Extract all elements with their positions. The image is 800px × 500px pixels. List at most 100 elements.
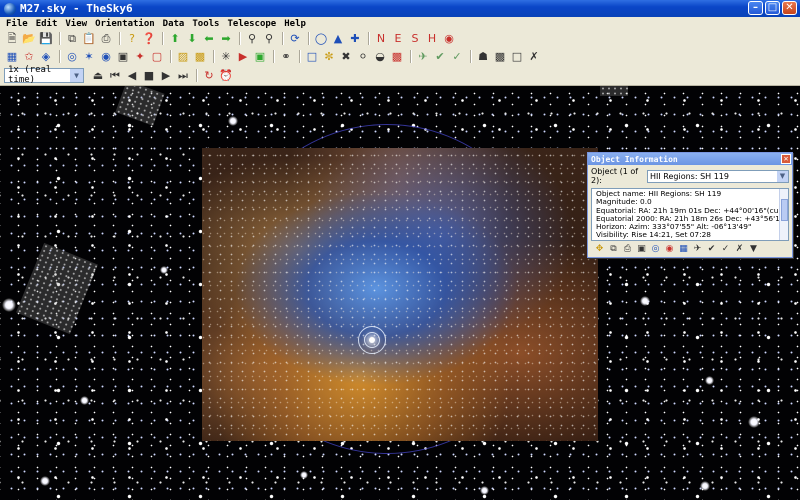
bright-star[interactable] bbox=[700, 481, 710, 491]
object-select[interactable]: HII Regions: SH 119 ▼ bbox=[647, 169, 789, 183]
scrollbar-thumb[interactable] bbox=[781, 199, 788, 221]
chevron-down-icon[interactable]: ▼ bbox=[777, 170, 788, 182]
north-icon[interactable]: N bbox=[373, 31, 389, 47]
star-chart-icon[interactable]: ▨ bbox=[175, 48, 191, 64]
scrollbar[interactable] bbox=[779, 189, 788, 240]
east-icon[interactable]: E bbox=[390, 31, 406, 47]
camera-icon[interactable]: ▩ bbox=[492, 48, 508, 64]
telescope-sync-icon[interactable]: ✔ bbox=[706, 244, 717, 255]
binoculars-icon[interactable]: ⚭ bbox=[278, 48, 294, 64]
target-icon[interactable]: ◉ bbox=[441, 31, 457, 47]
expand-icon[interactable]: ▼ bbox=[748, 244, 759, 255]
bright-star[interactable] bbox=[228, 116, 238, 126]
open-icon[interactable]: 📂 bbox=[21, 31, 37, 47]
menu-view[interactable]: View bbox=[61, 19, 91, 29]
copy-icon[interactable]: ⧉ bbox=[64, 31, 80, 47]
step-forward-icon[interactable]: ▶ bbox=[158, 67, 174, 83]
sky-chart[interactable] bbox=[0, 86, 800, 500]
arrow-left-icon[interactable]: ⬅ bbox=[201, 31, 217, 47]
bright-star[interactable] bbox=[705, 376, 714, 385]
telescope-icon[interactable]: ◯ bbox=[313, 31, 329, 47]
print-icon[interactable]: ⎙ bbox=[622, 244, 633, 255]
more-icon[interactable]: ✗ bbox=[734, 244, 745, 255]
telescope-sync-icon[interactable]: ✔ bbox=[432, 48, 448, 64]
bright-star[interactable] bbox=[2, 298, 16, 312]
menu-telescope[interactable]: Telescope bbox=[223, 19, 280, 29]
close-icon[interactable]: ✕ bbox=[781, 154, 791, 164]
calculator-icon[interactable]: ▢ bbox=[149, 48, 165, 64]
maximize-button[interactable]: □ bbox=[765, 1, 780, 15]
clock-icon[interactable]: ↻ bbox=[201, 67, 217, 83]
south-icon[interactable]: S bbox=[407, 31, 423, 47]
menu-data[interactable]: Data bbox=[159, 19, 189, 29]
app-icon[interactable] bbox=[4, 2, 16, 15]
target-marker[interactable] bbox=[358, 326, 386, 354]
horizon-flip-icon[interactable]: H bbox=[424, 31, 440, 47]
zoom-out-icon[interactable]: ⚲ bbox=[261, 31, 277, 47]
bright-star[interactable] bbox=[640, 296, 650, 306]
chevron-down-icon[interactable]: ▼ bbox=[70, 68, 83, 82]
bright-star[interactable] bbox=[160, 266, 168, 274]
camera-fov-icon[interactable]: ▣ bbox=[115, 48, 131, 64]
telescope-link-icon[interactable]: ▩ bbox=[389, 48, 405, 64]
image-link-icon[interactable]: ☗ bbox=[475, 48, 491, 64]
galaxy-icon[interactable]: ◎ bbox=[650, 244, 661, 255]
labels-icon[interactable]: ▦ bbox=[4, 48, 20, 64]
rotate-icon[interactable]: ⟳ bbox=[287, 31, 303, 47]
telescope-slew-icon[interactable]: ✈ bbox=[415, 48, 431, 64]
comet-icon[interactable]: ✖ bbox=[338, 48, 354, 64]
rewind-icon[interactable]: ⏮ bbox=[107, 67, 123, 83]
close-button[interactable]: ✕ bbox=[782, 1, 797, 15]
mosaic-icon[interactable]: ◒ bbox=[372, 48, 388, 64]
satellite-icon[interactable]: ▣ bbox=[252, 48, 268, 64]
reticle-icon[interactable]: ✼ bbox=[321, 48, 337, 64]
telescope-slew-icon[interactable]: ✈ bbox=[692, 244, 703, 255]
path-icon[interactable]: ⚪ bbox=[355, 48, 371, 64]
cross-icon[interactable]: ✚ bbox=[347, 31, 363, 47]
frame-icon[interactable]: ▣ bbox=[636, 244, 647, 255]
nebula-image[interactable] bbox=[202, 148, 598, 441]
stars-icon[interactable]: ✶ bbox=[81, 48, 97, 64]
arrow-up-icon[interactable]: ⬆ bbox=[167, 31, 183, 47]
zoom-in-icon[interactable]: ⚲ bbox=[244, 31, 260, 47]
bright-star[interactable] bbox=[748, 416, 760, 428]
planets-icon[interactable]: ◉ bbox=[664, 244, 675, 255]
reset-time-icon[interactable]: ⏰ bbox=[218, 67, 234, 83]
find-icon[interactable]: ✦ bbox=[132, 48, 148, 64]
context-help-icon[interactable]: ❓ bbox=[141, 31, 157, 47]
constellation-icon[interactable]: ✩ bbox=[21, 48, 37, 64]
galaxy-icon[interactable]: ◈ bbox=[38, 48, 54, 64]
arrow-right-icon[interactable]: ➡ bbox=[218, 31, 234, 47]
print-icon[interactable]: ⎙ bbox=[98, 31, 114, 47]
eject-icon[interactable]: ⏏ bbox=[90, 67, 106, 83]
menu-file[interactable]: File bbox=[2, 19, 32, 29]
dome-icon[interactable]: ✓ bbox=[449, 48, 465, 64]
save-icon[interactable]: 💾 bbox=[38, 31, 54, 47]
step-back-icon[interactable]: ◀ bbox=[124, 67, 140, 83]
bright-star[interactable] bbox=[300, 471, 308, 479]
menu-edit[interactable]: Edit bbox=[32, 19, 62, 29]
bright-star[interactable] bbox=[480, 486, 489, 495]
reticle-icon[interactable]: ✓ bbox=[720, 244, 731, 255]
help-icon[interactable]: ? bbox=[124, 31, 140, 47]
paste-icon[interactable]: 📋 bbox=[81, 31, 97, 47]
menu-orientation[interactable]: Orientation bbox=[91, 19, 159, 29]
disconnect-icon[interactable]: □ bbox=[509, 48, 525, 64]
arrow-down-icon[interactable]: ⬇ bbox=[184, 31, 200, 47]
disconnect-icon[interactable]: ✗ bbox=[526, 48, 542, 64]
bright-star[interactable] bbox=[80, 396, 89, 405]
bright-star[interactable] bbox=[40, 476, 50, 486]
labels-icon[interactable]: ▦ bbox=[678, 244, 689, 255]
menu-tools[interactable]: Tools bbox=[188, 19, 223, 29]
equatorial-grid-icon[interactable]: ▩ bbox=[192, 48, 208, 64]
copy-icon[interactable]: ⧉ bbox=[608, 244, 619, 255]
ecliptic-icon[interactable]: ✳ bbox=[218, 48, 234, 64]
horizon-icon[interactable]: ▲ bbox=[330, 31, 346, 47]
planets-icon[interactable]: ◉ bbox=[98, 48, 114, 64]
new-icon[interactable]: 🗎 bbox=[4, 31, 20, 47]
object-details[interactable]: Object name: HII Regions: SH 119 Magnitu… bbox=[591, 188, 789, 241]
solar-system-icon[interactable]: ◎ bbox=[64, 48, 80, 64]
menu-help[interactable]: Help bbox=[280, 19, 310, 29]
stop-icon[interactable]: ■ bbox=[141, 67, 157, 83]
minimize-button[interactable]: – bbox=[748, 1, 763, 15]
